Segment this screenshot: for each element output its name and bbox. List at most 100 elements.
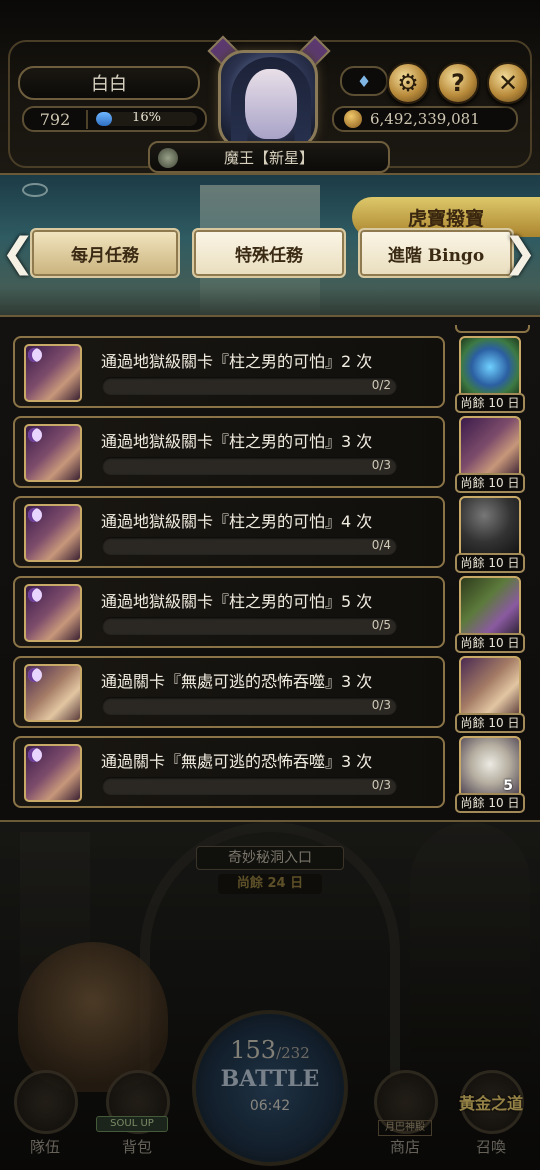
mission-list[interactable]: 通過地獄級關卡『柱之男的可怕』2 次 0/2 尚餘 10 日 通過地獄級關卡『柱… — [0, 317, 540, 820]
reward-days-left: 尚餘 10 日 — [455, 633, 525, 653]
settings-button[interactable]: ⚙ — [387, 62, 429, 104]
stamina-max: /232 — [276, 1044, 310, 1062]
moon-icon — [28, 348, 42, 362]
reward-days-left: 尚餘 10 日 — [455, 473, 525, 493]
reward-days-left: 尚餘 10 日 — [455, 393, 525, 413]
reward-days-left: 尚餘 10 日 — [455, 793, 525, 813]
mission-character-portrait — [24, 424, 82, 482]
moon-icon — [28, 428, 42, 442]
help-button[interactable]: ? — [437, 62, 479, 104]
reward-card-icon: 5 — [459, 736, 521, 798]
nav-summon[interactable]: 召喚 — [446, 1070, 536, 1170]
reward-days-left: 尚餘 10 日 — [455, 553, 525, 573]
mission-row[interactable]: 通過地獄級關卡『柱之男的可怕』2 次 0/2 — [13, 336, 445, 408]
golden-path-banner[interactable]: 黃金之道 — [448, 1090, 534, 1118]
mission-progress-text: 0/3 — [371, 458, 391, 472]
gem-icon: ♦ — [356, 71, 372, 91]
level-exp-box: 792 16% — [22, 106, 207, 132]
battle-button[interactable]: 153/232 BATTLE 06:42 — [192, 1010, 348, 1166]
mission-progress-text: 0/2 — [371, 378, 391, 392]
mission-description: 通過關卡『無處可逃的恐怖吞噬』3 次 — [101, 752, 373, 770]
mission-character-portrait — [24, 744, 82, 802]
avatar[interactable] — [218, 50, 318, 150]
exp-bar: 16% — [96, 112, 197, 126]
tab-scroll-right-icon[interactable]: ❯ — [503, 230, 537, 276]
player-header: 白白 792 16% ♦ 6,492,339,081 ⚙ ? ✕ 魔王【新星】 — [0, 0, 540, 175]
mission-progress-bar: 0/3 — [102, 697, 397, 715]
coin-icon — [344, 110, 362, 128]
gear-icon: ⚙ — [397, 69, 419, 97]
mission-character-portrait — [24, 504, 82, 562]
rank-emblem-icon — [158, 148, 178, 168]
reward-card-icon — [459, 576, 521, 638]
avatar-face — [245, 69, 297, 139]
nav-team-label: 隊伍 — [29, 1138, 60, 1156]
mission-reward[interactable]: 5 尚餘 10 日 — [455, 736, 525, 816]
mission-description: 通過地獄級關卡『柱之男的可怕』5 次 — [101, 592, 373, 610]
mission-reward[interactable]: 尚餘 10 日 — [455, 656, 525, 736]
mission-character-portrait — [24, 344, 82, 402]
mission-progress-text: 0/3 — [371, 698, 391, 712]
mission-banner: 虎寶撥寶 ❮ 每月任務 特殊任務 進階 Bingo ❯ — [0, 175, 540, 317]
mission-progress-bar: 0/3 — [102, 457, 397, 475]
reward-frame-icon — [459, 496, 521, 558]
reward-count: 5 — [503, 778, 513, 794]
reward-card-icon — [459, 656, 521, 718]
nav-summon-label: 召喚 — [475, 1138, 506, 1156]
mission-reward[interactable]: 尚餘 10 日 — [455, 416, 525, 496]
close-button[interactable]: ✕ — [487, 62, 529, 104]
mission-description: 通過地獄級關卡『柱之男的可怕』4 次 — [101, 512, 373, 530]
battle-label: BATTLE — [220, 1066, 320, 1092]
mission-progress-text: 0/4 — [371, 538, 391, 552]
stamina-display: 153/232 — [196, 1036, 344, 1064]
mission-progress-text: 0/5 — [371, 618, 391, 632]
home-scene: 奇妙秘洞入口 尚餘 24 日 153/232 BATTLE 06:42 隊伍 背… — [0, 820, 540, 1170]
portal-name[interactable]: 奇妙秘洞入口 — [196, 846, 344, 870]
tab-scroll-left-icon[interactable]: ❮ — [1, 230, 35, 276]
rank-title: 魔王【新星】 — [223, 148, 314, 167]
eye-icon[interactable] — [22, 183, 48, 197]
reward-days-left: 尚餘 10 日 — [455, 713, 525, 733]
mission-character-portrait — [24, 664, 82, 722]
portal-days-left: 尚餘 24 日 — [218, 874, 322, 894]
list-top-cap — [455, 325, 530, 333]
mission-reward[interactable]: 尚餘 10 日 — [455, 496, 525, 576]
scene-colosseum — [410, 822, 530, 1052]
screen: 白白 792 16% ♦ 6,492,339,081 ⚙ ? ✕ 魔王【新星】 … — [0, 0, 540, 1170]
player-name[interactable]: 白白 — [18, 66, 200, 100]
rank-title-box: 魔王【新星】 — [148, 141, 390, 173]
nav-team[interactable]: 隊伍 — [0, 1070, 90, 1170]
mission-progress-text: 0/3 — [371, 778, 391, 792]
reward-card-icon — [459, 416, 521, 478]
nav-bag-label: 背包 — [121, 1138, 152, 1156]
mission-description: 通過地獄級關卡『柱之男的可怕』3 次 — [101, 432, 373, 450]
mission-row[interactable]: 通過地獄級關卡『柱之男的可怕』4 次 0/4 — [13, 496, 445, 568]
mission-description: 通過關卡『無處可逃的恐怖吞噬』3 次 — [101, 672, 373, 690]
tab-advanced-bingo[interactable]: 進階 Bingo — [358, 228, 514, 278]
mission-progress-bar: 0/4 — [102, 537, 397, 555]
help-icon: ? — [451, 69, 465, 97]
mission-character-portrait — [24, 584, 82, 642]
stamina-current: 153 — [230, 1036, 277, 1064]
mission-reward[interactable]: 尚餘 10 日 — [455, 336, 525, 416]
tab-special-missions[interactable]: 特殊任務 — [192, 228, 346, 278]
coin-amount: 6,492,339,081 — [370, 110, 480, 128]
mission-progress-bar: 0/3 — [102, 777, 397, 795]
mission-row[interactable]: 通過關卡『無處可逃的恐怖吞噬』3 次 0/3 — [13, 656, 445, 728]
moon-icon — [28, 508, 42, 522]
mission-reward[interactable]: 尚餘 10 日 — [455, 576, 525, 656]
mission-row[interactable]: 通過地獄級關卡『柱之男的可怕』5 次 0/5 — [13, 576, 445, 648]
close-icon: ✕ — [497, 69, 519, 97]
reward-item-icon — [459, 336, 521, 398]
mission-row[interactable]: 通過關卡『無處可逃的恐怖吞噬』3 次 0/3 — [13, 736, 445, 808]
soul-up-tag: SOUL UP — [96, 1116, 168, 1132]
mission-progress-bar: 0/5 — [102, 617, 397, 635]
gem-display[interactable]: ♦ — [340, 66, 388, 96]
coin-display: 6,492,339,081 — [332, 106, 518, 132]
shop-sign: 月巴神殿 — [378, 1120, 432, 1136]
nav-shop-label: 商店 — [389, 1138, 420, 1156]
tab-monthly-missions[interactable]: 每月任務 — [30, 228, 180, 278]
mission-row[interactable]: 通過地獄級關卡『柱之男的可怕』3 次 0/3 — [13, 416, 445, 488]
team-flag-icon — [14, 1070, 78, 1134]
mission-progress-bar: 0/2 — [102, 377, 397, 395]
